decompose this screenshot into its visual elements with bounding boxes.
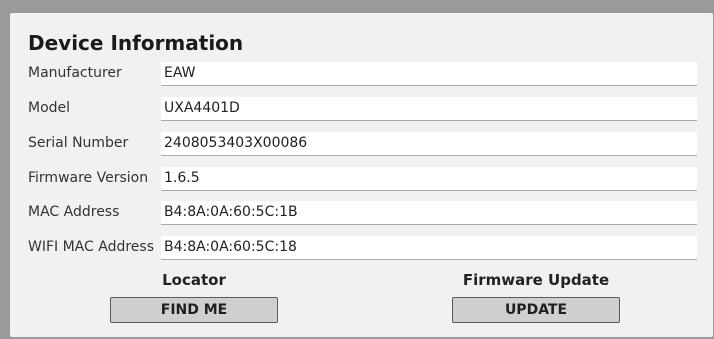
serial-number-label: Serial Number <box>28 135 129 151</box>
mac-address-value: B4:8A:0A:60:5C:1B <box>161 201 697 225</box>
wifi-mac-address-value: B4:8A:0A:60:5C:18 <box>161 236 697 260</box>
model-value: UXA4401D <box>161 97 697 121</box>
device-information-panel: Device Information Manufacturer EAW Mode… <box>10 13 713 337</box>
locator-heading: Locator <box>162 271 226 289</box>
row-firmware-version: Firmware Version 1.6.5 <box>28 167 708 193</box>
manufacturer-value: EAW <box>161 62 697 86</box>
mac-address-label: MAC Address <box>28 204 120 220</box>
row-manufacturer: Manufacturer EAW <box>28 62 708 88</box>
wifi-mac-address-label: WIFI MAC Address <box>28 239 154 255</box>
update-button[interactable]: UPDATE <box>452 297 620 323</box>
model-label: Model <box>28 100 71 116</box>
row-mac-address: MAC Address B4:8A:0A:60:5C:1B <box>28 201 708 227</box>
manufacturer-label: Manufacturer <box>28 65 122 81</box>
firmware-version-value: 1.6.5 <box>161 167 697 191</box>
firmware-update-heading: Firmware Update <box>462 271 610 289</box>
row-model: Model UXA4401D <box>28 97 708 123</box>
panel-title: Device Information <box>28 31 244 55</box>
find-me-button[interactable]: FIND ME <box>110 297 278 323</box>
firmware-version-label: Firmware Version <box>28 170 149 186</box>
row-serial-number: Serial Number 2408053403X00086 <box>28 132 708 158</box>
row-wifi-mac-address: WIFI MAC Address B4:8A:0A:60:5C:18 <box>28 236 708 262</box>
serial-number-value: 2408053403X00086 <box>161 132 697 156</box>
